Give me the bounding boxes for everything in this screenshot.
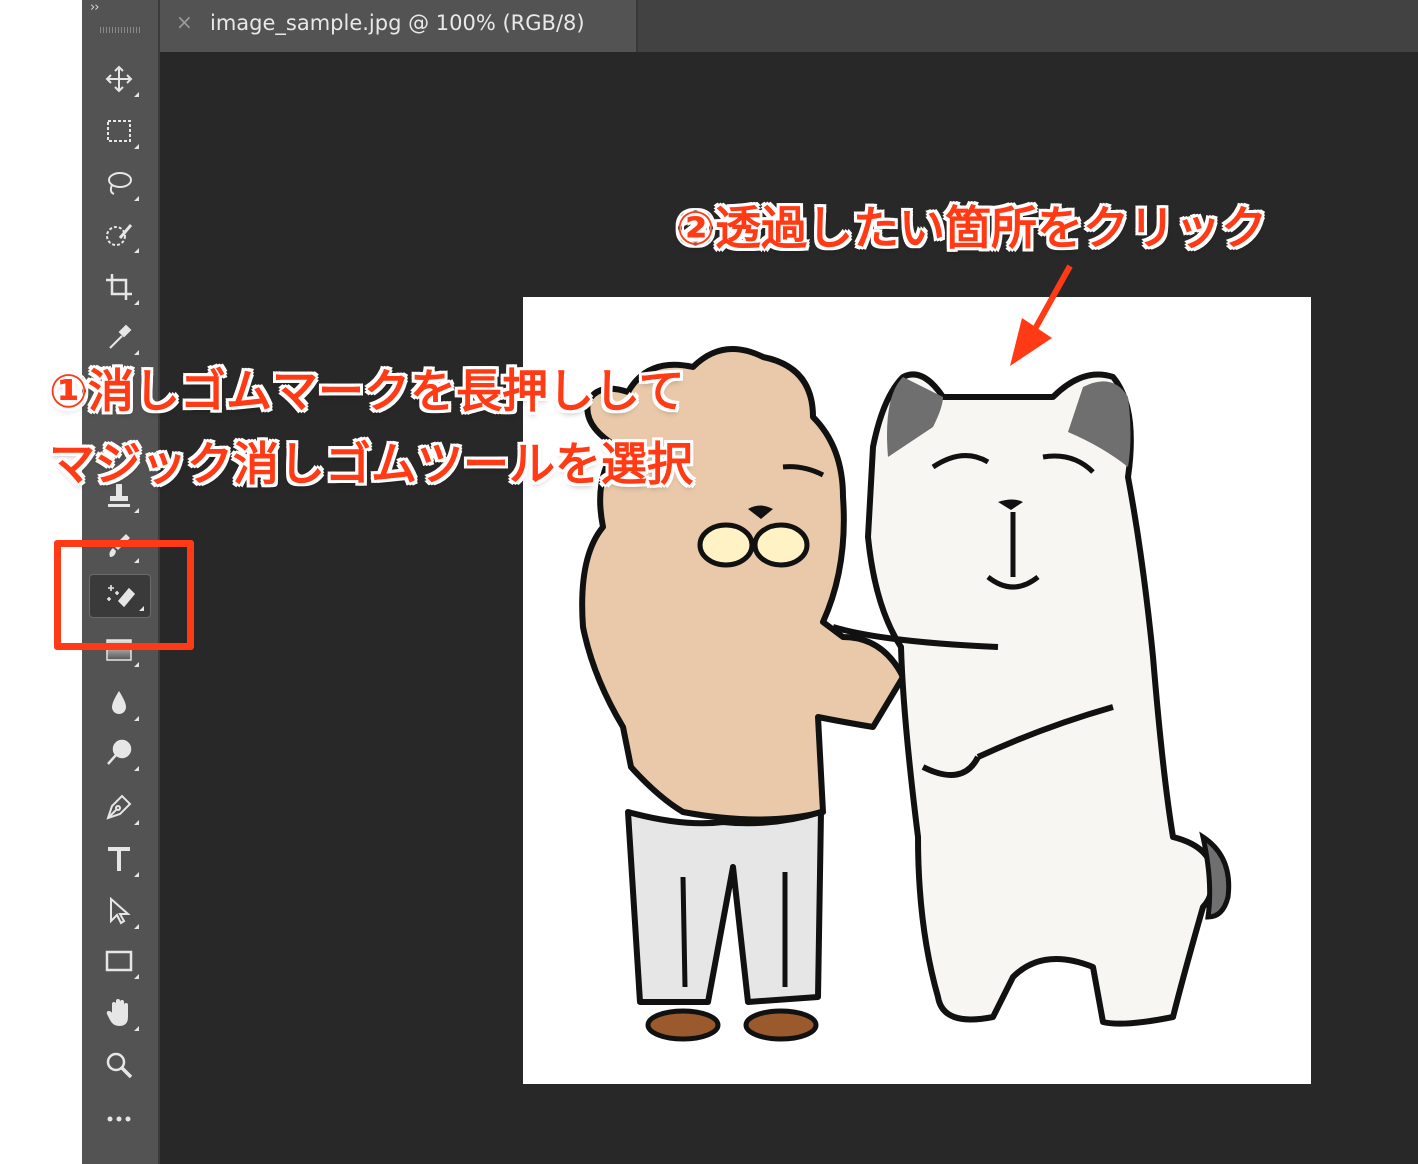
quick-selection-icon	[106, 224, 133, 246]
move-icon	[105, 65, 133, 93]
lasso-tool[interactable]	[102, 166, 139, 201]
step1-instruction-line1: ①消しゴムマークを長押しして	[49, 364, 685, 418]
eyedropper-tool[interactable]	[102, 320, 139, 355]
rectangle-icon	[105, 950, 133, 972]
rectangle-tool[interactable]	[102, 944, 139, 979]
eyedropper-icon	[109, 324, 132, 349]
more-tools[interactable]	[102, 1102, 136, 1136]
drop-icon	[112, 691, 126, 714]
close-icon[interactable]: ×	[176, 10, 193, 34]
blur-tool[interactable]	[102, 686, 139, 721]
pen-icon	[106, 794, 132, 820]
pointer-arrow	[1010, 264, 1073, 366]
zoom-tool[interactable]	[102, 1048, 136, 1082]
marquee-icon	[107, 120, 131, 142]
crop-icon	[106, 274, 132, 300]
document-tab-bar: × image_sample.jpg @ 100% (RGB/8)	[160, 0, 1418, 52]
type-icon	[108, 847, 130, 871]
step1-instruction-line2: マジック消しゴムツールを選択	[49, 437, 693, 491]
collapse-panel-button[interactable]: ››	[90, 0, 99, 15]
path-selection-tool[interactable]	[102, 894, 139, 929]
lasso-icon	[108, 172, 132, 195]
arrow-icon	[110, 896, 131, 925]
marquee-tool[interactable]	[102, 114, 139, 149]
dodge-tool[interactable]	[102, 736, 139, 771]
document-title: image_sample.jpg @ 100% (RGB/8)	[210, 11, 585, 35]
crop-tool[interactable]	[102, 270, 139, 305]
step2-instruction: ②透過したい箇所をクリック	[676, 201, 1267, 255]
hand-icon	[106, 999, 128, 1026]
tool-highlight-box	[54, 540, 194, 650]
workspace: × image_sample.jpg @ 100% (RGB/8)	[160, 0, 1418, 1164]
zoom-icon	[106, 1052, 133, 1079]
move-tool[interactable]	[102, 62, 139, 97]
type-tool[interactable]	[102, 842, 139, 877]
more-icon	[107, 1116, 131, 1122]
hand-tool[interactable]	[102, 996, 139, 1031]
dodge-icon	[107, 739, 132, 765]
quick-selection-tool[interactable]	[102, 218, 139, 253]
document-tab[interactable]: × image_sample.jpg @ 100% (RGB/8)	[160, 0, 638, 52]
panel-grip[interactable]	[100, 27, 140, 33]
pen-tool[interactable]	[102, 790, 139, 825]
